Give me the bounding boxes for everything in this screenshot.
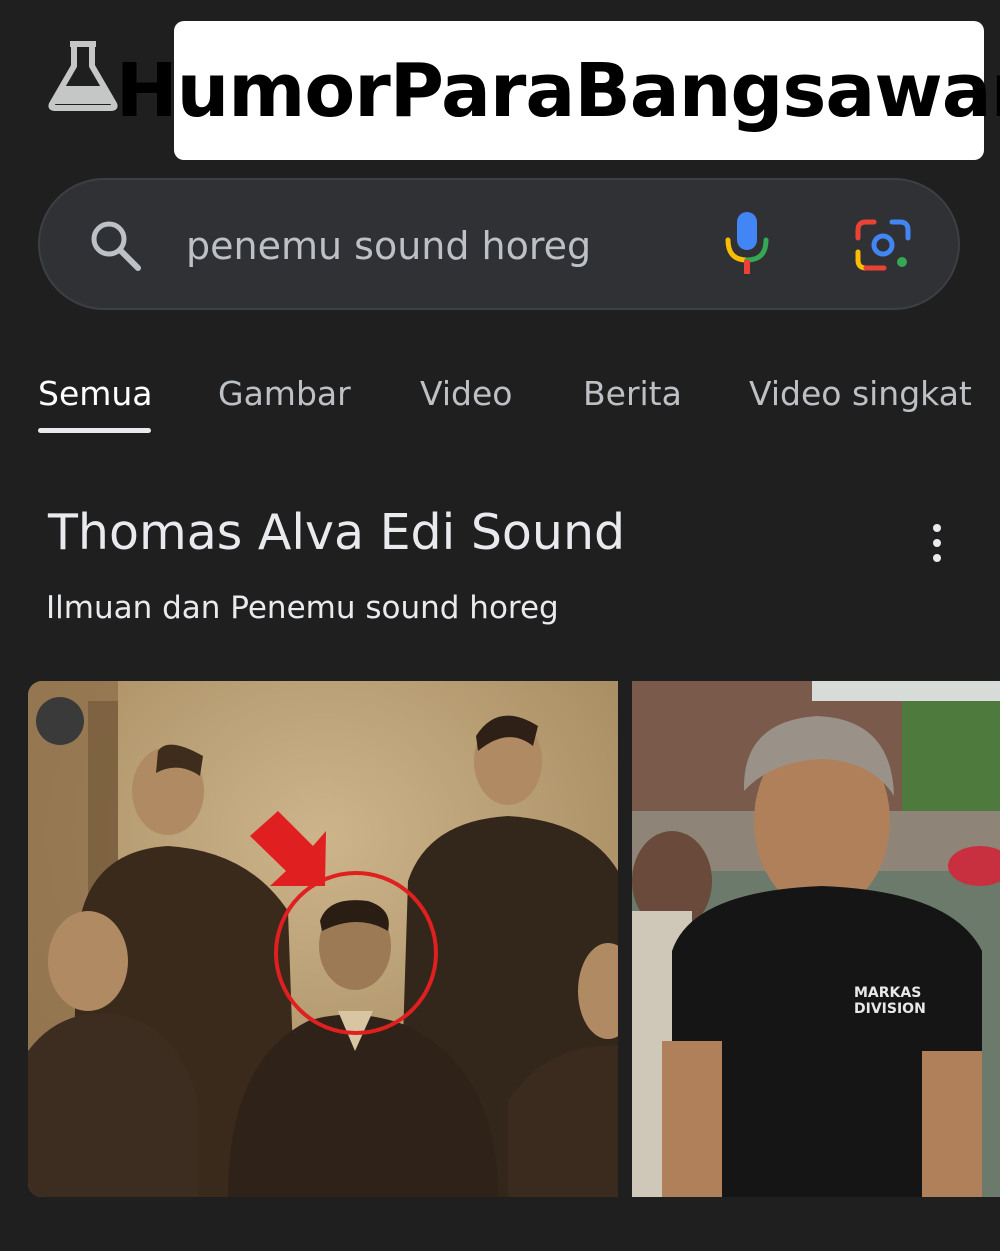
lens-icon[interactable] — [854, 218, 912, 272]
man-black-tshirt-photo[interactable]: MARKAS DIVISION — [632, 681, 1000, 1197]
search-input[interactable]: penemu sound horeg — [186, 224, 591, 268]
more-vert-icon[interactable] — [926, 522, 948, 564]
vintage-group-photo[interactable] — [28, 681, 618, 1197]
search-icon[interactable] — [88, 218, 142, 272]
watermark-text: HumorParaBangsawan — [115, 47, 1000, 134]
watermark-banner: HumorParaBangsawan — [116, 21, 1000, 160]
entity-title: Thomas Alva Edi Sound — [48, 504, 626, 561]
svg-text:DIVISION: DIVISION — [854, 1001, 926, 1017]
tab-berita[interactable]: Berita — [583, 374, 682, 413]
svg-text:MARKAS: MARKAS — [854, 985, 921, 1001]
mic-icon[interactable] — [724, 210, 770, 276]
flask-icon[interactable] — [46, 40, 120, 112]
tab-video[interactable]: Video — [420, 374, 512, 413]
tab-semua[interactable]: Semua — [38, 374, 153, 413]
active-tab-indicator — [38, 428, 151, 433]
tab-video-singkat[interactable]: Video singkat — [749, 374, 972, 413]
entity-subtitle: Ilmuan dan Penemu sound horeg — [46, 590, 559, 626]
tab-gambar[interactable]: Gambar — [218, 374, 351, 413]
